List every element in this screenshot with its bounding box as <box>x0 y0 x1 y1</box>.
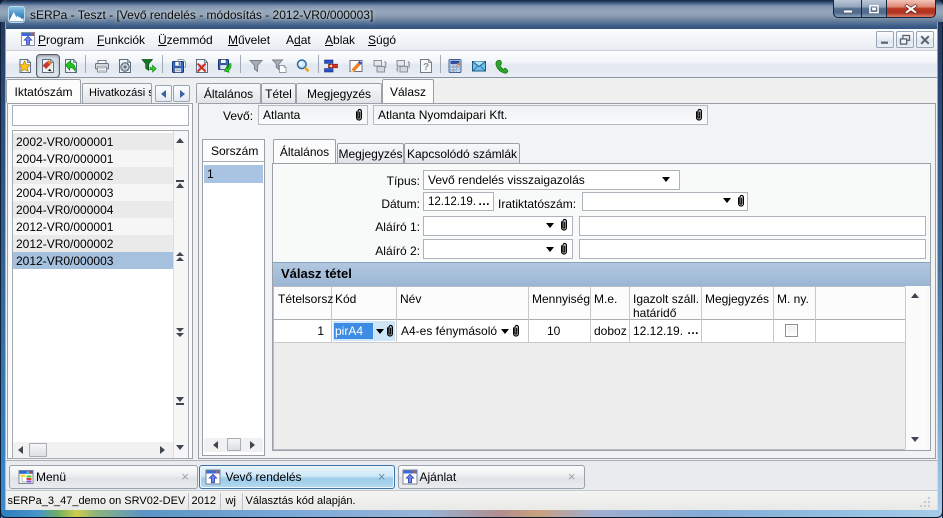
svg-text:?: ? <box>423 62 429 73</box>
